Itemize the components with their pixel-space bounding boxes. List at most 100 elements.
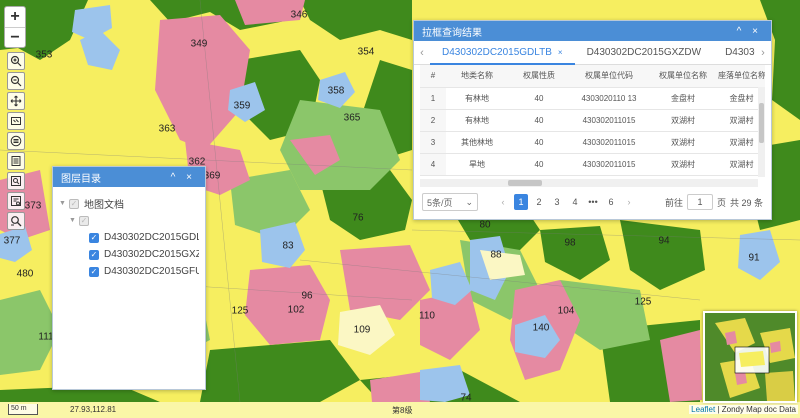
identify-tool-button[interactable] [7,192,25,210]
page-button-4[interactable]: 4 [568,194,582,210]
table-cell: 双湖村 [648,131,718,154]
overview-minimap[interactable] [703,311,797,403]
column-header[interactable]: 地类名称 [446,65,508,88]
layer-panel-close-button[interactable]: × [181,172,197,183]
parcel-label: 354 [357,46,375,58]
tab-gdltb[interactable]: D430302DC2015GDLTB × [430,41,575,65]
next-page-button[interactable]: › [622,194,636,210]
layer-label: D430302DC2015GDLTB [104,232,199,243]
parcel-label: 98 [564,237,576,249]
layer-catalog-panel: 图层目录 ^ × ▼ ✓ 地图文档 ▼ ✓ ✓ D430302DC2015GDL… [52,166,206,390]
parcel-label: 346 [290,9,308,21]
tab-close-icon[interactable]: × [558,48,563,57]
parcel-label: 480 [16,268,34,280]
table-cell: 双湖村 [648,109,718,132]
layer-checkbox[interactable]: ✓ [89,249,99,260]
scroll-thumb[interactable] [508,180,542,186]
table-row[interactable]: 4 旱地 40 430302011015 双湖村 双湖村 [420,153,765,176]
query-icon [11,176,21,186]
prev-page-button[interactable]: ‹ [496,194,510,210]
result-panel-minimize-button[interactable]: ^ [731,26,747,37]
identify-icon [11,196,21,206]
column-header[interactable]: 权属单位代码 [570,65,648,88]
page-button-1[interactable]: 1 [514,194,528,210]
table-cell: 40 [508,87,570,110]
result-panel-close-button[interactable]: × [747,26,763,37]
layer-item-gdltb[interactable]: ✓ D430302DC2015GDLTB [59,229,199,246]
measure-tool-button[interactable] [7,112,25,130]
pagination: 5条/页 ⌄ ‹ 1 2 3 4 ••• 6 › 前往 页 共 29 条 [414,187,771,217]
layer-list-tool-button[interactable] [7,132,25,150]
tree-root-label: 地图文档 [84,200,124,211]
column-header[interactable]: 座落单位名称 [718,65,765,88]
root-checkbox[interactable]: ✓ [69,198,79,209]
page-size-select[interactable]: 5条/页 ⌄ [422,193,478,211]
table-cell: 430302011015 [570,153,648,176]
zoom-in-icon [10,55,22,67]
result-table: # 地类名称 权属性质 权属单位代码 权属单位名称 座落单位名称 1 有林地 4… [420,65,765,176]
layer-panel-header[interactable]: 图层目录 ^ × [53,167,205,187]
layer-tabs: ‹ D430302DC2015GDLTB × D430302DC2015GXZDW… [414,41,771,65]
tab-prev-button[interactable]: ‹ [414,47,430,59]
parcel-label: 377 [3,235,21,247]
scale-bar: 50 m [8,404,38,415]
table-header-row: # 地类名称 权属性质 权属单位代码 权属单位名称 座落单位名称 [420,65,765,88]
goto-page-input[interactable] [686,194,713,210]
zoom-in-tool-button[interactable] [7,52,25,70]
tab-gfuhj[interactable]: D430302DC2015GFUHJ [713,41,755,65]
column-header[interactable]: 权属性质 [508,65,570,88]
page-button-6[interactable]: 6 [604,194,618,210]
layer-list-icon [10,135,22,147]
result-panel-header[interactable]: 拉框查询结果 ^ × [414,21,771,41]
table-row[interactable]: 3 其他林地 40 430302011015 双湖村 双湖村 [420,131,765,154]
column-header: # [420,65,446,88]
zoom-out-button[interactable]: − [5,27,25,47]
table-cell: 有林地 [446,87,508,110]
layer-panel-minimize-button[interactable]: ^ [165,172,181,183]
attribution-text: | Zondy Map doc Data [715,405,796,414]
result-table-wrap: # 地类名称 权属性质 权属单位代码 权属单位名称 座落单位名称 1 有林地 4… [420,65,765,187]
clear-tool-button[interactable] [7,212,25,230]
zoom-in-button[interactable]: + [5,7,25,27]
attribute-table-icon [11,156,21,166]
parcel-label: 140 [532,322,550,334]
tab-label: D430302DC2015GFUHJ [725,46,755,58]
layer-checkbox[interactable]: ✓ [89,232,99,243]
parcel-label: 365 [343,112,361,124]
layer-item-gxzdw[interactable]: ✓ D430302DC2015GXZDW [59,246,199,263]
layer-item-gfuhj[interactable]: ✓ D430302DC2015GFUHJ [59,263,199,280]
collapse-caret-icon[interactable]: ▼ [59,200,69,207]
table-row[interactable]: 2 有林地 40 430302011015 双湖村 双湖村 [420,109,765,132]
map-toolbar [7,52,25,230]
parcel-label: 110 [419,310,435,322]
table-row[interactable]: 1 有林地 40 4303020110 13 金盘村 金盘村 [420,87,765,110]
pan-tool-button[interactable] [7,92,25,110]
attribution-link[interactable]: Leaflet [691,405,715,414]
page-ellipsis-button[interactable]: ••• [586,194,600,210]
tab-gxzdw[interactable]: D430302DC2015GXZDW [575,41,714,65]
zoom-out-tool-button[interactable] [7,72,25,90]
parcel-label: 102 [287,304,305,316]
group-checkbox[interactable]: ✓ [79,215,89,226]
query-tool-button[interactable] [7,172,25,190]
tab-label: D430302DC2015GDLTB [442,46,552,58]
attribute-table-tool-button[interactable] [7,152,25,170]
layer-checkbox[interactable]: ✓ [89,266,99,277]
table-horizontal-scrollbar[interactable] [420,179,758,187]
row-index: 1 [420,87,446,110]
table-cell: 双湖村 [648,153,718,176]
page-button-2[interactable]: 2 [532,194,546,210]
collapse-caret-icon[interactable]: ▼ [69,217,79,224]
page-size-value: 5条/页 [427,197,453,208]
table-cell: 金盘村 [648,87,718,110]
tree-group: ▼ ✓ [59,212,199,229]
table-cell: 有林地 [446,109,508,132]
table-vertical-scrollbar[interactable] [758,87,765,177]
parcel-label: 125 [231,305,249,317]
column-header[interactable]: 权属单位名称 [648,65,718,88]
table-cell: 40 [508,131,570,154]
page-button-3[interactable]: 3 [550,194,564,210]
parcel-label: 363 [158,123,176,135]
scroll-thumb[interactable] [759,103,764,143]
tab-next-button[interactable]: › [755,47,771,59]
